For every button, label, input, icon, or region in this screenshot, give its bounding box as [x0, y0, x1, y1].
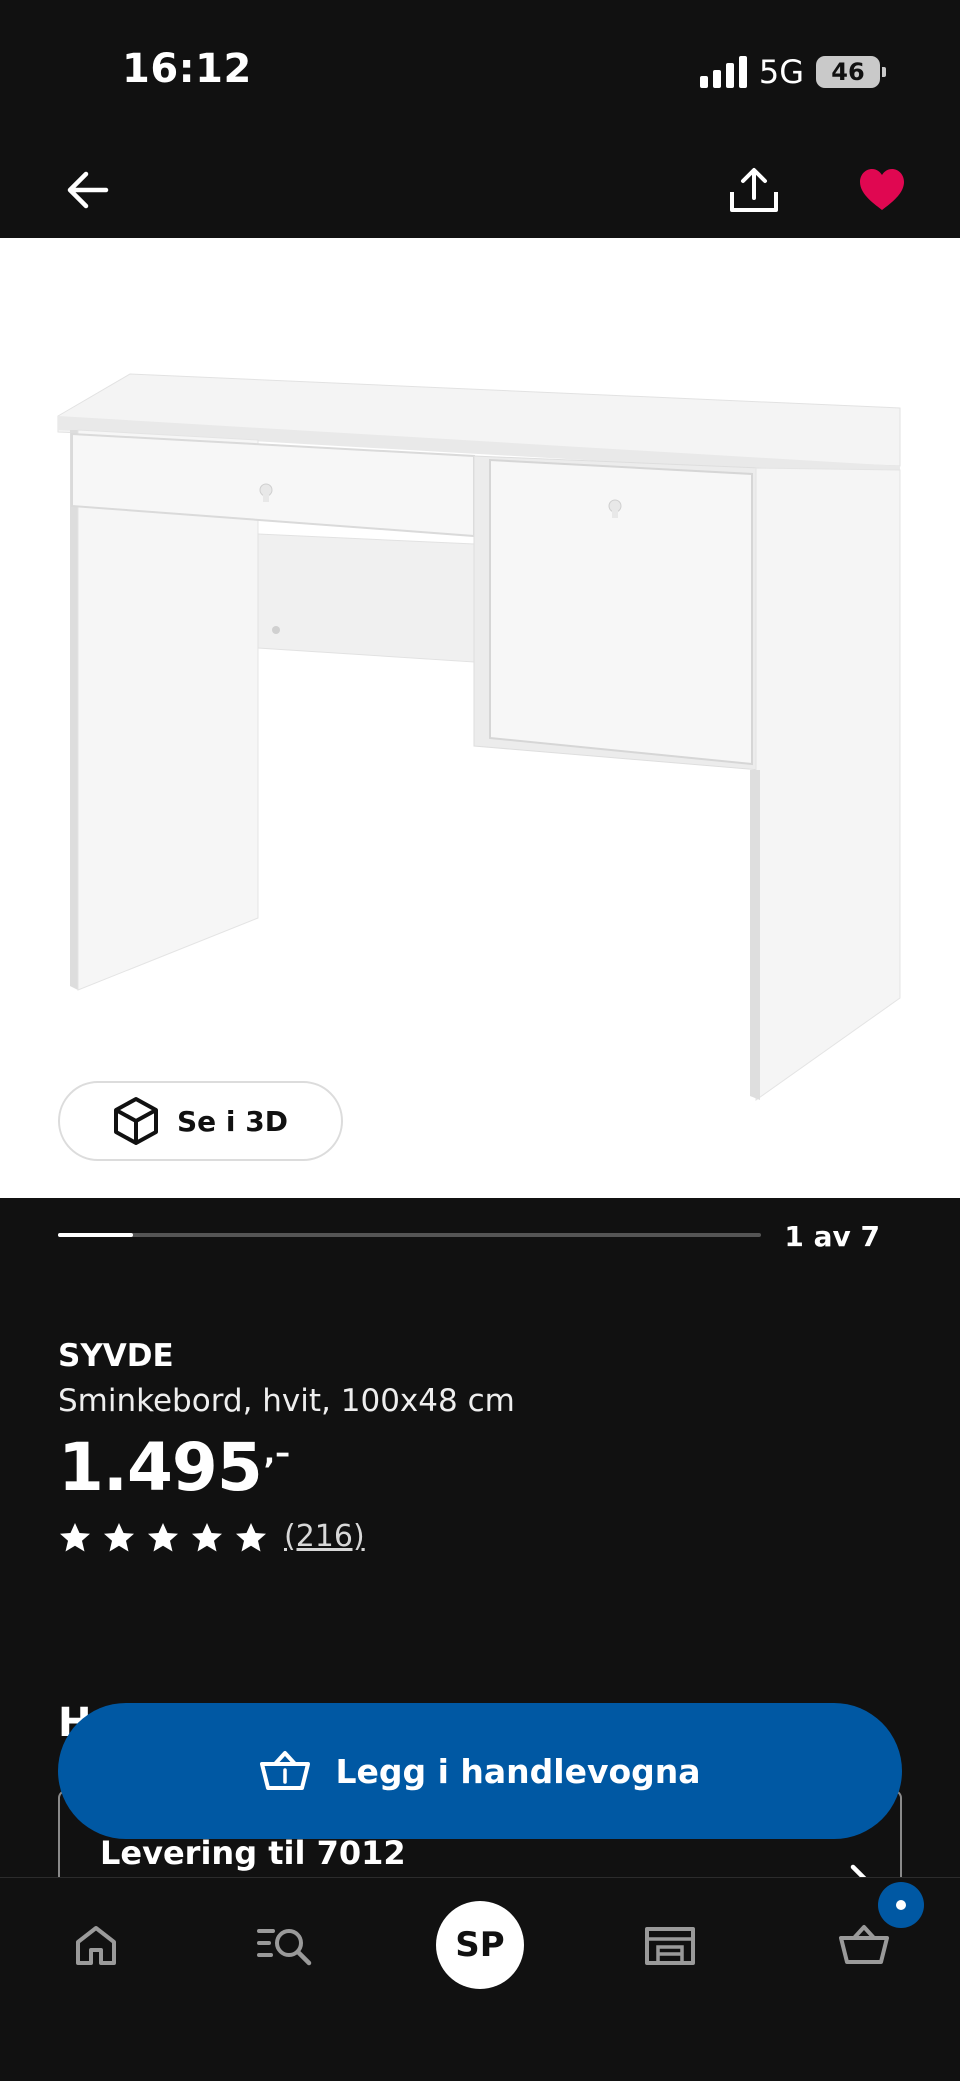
carousel-progress-fill — [58, 1233, 134, 1237]
cart-badge — [878, 1882, 924, 1928]
carousel-progress — [58, 1233, 761, 1237]
product-image-carousel[interactable]: Se i 3D — [0, 238, 960, 1198]
price-decimal: ,– — [263, 1436, 291, 1471]
search-list-icon — [257, 1929, 312, 1966]
bottom-navigation: SP — [0, 1877, 960, 2081]
carousel-counter: 1 av 7 — [784, 1220, 880, 1253]
battery-icon: 46 — [816, 56, 886, 88]
star-icon — [148, 1522, 178, 1551]
star-icon — [236, 1522, 266, 1551]
star-icon — [192, 1522, 222, 1551]
product-description: Sminkebord, hvit, 100x48 cm — [58, 1383, 515, 1419]
arrow-left-icon — [67, 171, 109, 209]
add-to-cart-label: Legg i handlevogna — [335, 1751, 701, 1791]
price-integer: 1.495 — [58, 1429, 263, 1506]
review-count-link[interactable]: (216) — [284, 1519, 365, 1554]
share-icon — [730, 168, 778, 212]
product-image — [57, 373, 901, 1101]
heart-icon — [860, 169, 904, 210]
tab-profile[interactable]: SP — [430, 1900, 530, 1990]
cube-icon — [114, 1097, 158, 1145]
avatar: SP — [436, 1901, 524, 1989]
back-button[interactable] — [58, 160, 118, 220]
view-3d-button[interactable]: Se i 3D — [58, 1081, 343, 1161]
star-icon — [60, 1522, 90, 1551]
basket-icon — [839, 1925, 889, 1964]
delivery-title: Levering til 7012 — [100, 1834, 406, 1872]
favorite-button[interactable] — [852, 160, 912, 220]
home-icon — [76, 1926, 116, 1965]
status-time: 16:12 — [122, 46, 252, 92]
status-indicators: 5G 46 — [699, 52, 886, 92]
battery-level: 46 — [831, 58, 865, 86]
status-bar: 16:12 5G 46 — [0, 0, 960, 140]
signal-icon — [699, 56, 747, 88]
add-to-cart-button[interactable]: Legg i handlevogna — [58, 1703, 902, 1839]
tab-search[interactable] — [236, 1900, 336, 1990]
product-name: SYVDE — [58, 1338, 174, 1374]
share-button[interactable] — [724, 160, 784, 220]
rating-stars — [58, 1521, 268, 1553]
view-3d-label: Se i 3D — [177, 1104, 288, 1138]
star-icon — [104, 1522, 134, 1551]
basket-icon — [260, 1751, 311, 1790]
tab-stores[interactable] — [620, 1900, 720, 1990]
cart-badge-dot — [896, 1900, 906, 1910]
network-label: 5G — [758, 53, 804, 91]
store-icon — [645, 1927, 695, 1965]
product-price: 1.495 ,– — [58, 1428, 290, 1508]
top-navigation — [0, 140, 960, 238]
product-rating[interactable]: (216) — [58, 1519, 365, 1554]
tab-home[interactable] — [46, 1900, 146, 1990]
